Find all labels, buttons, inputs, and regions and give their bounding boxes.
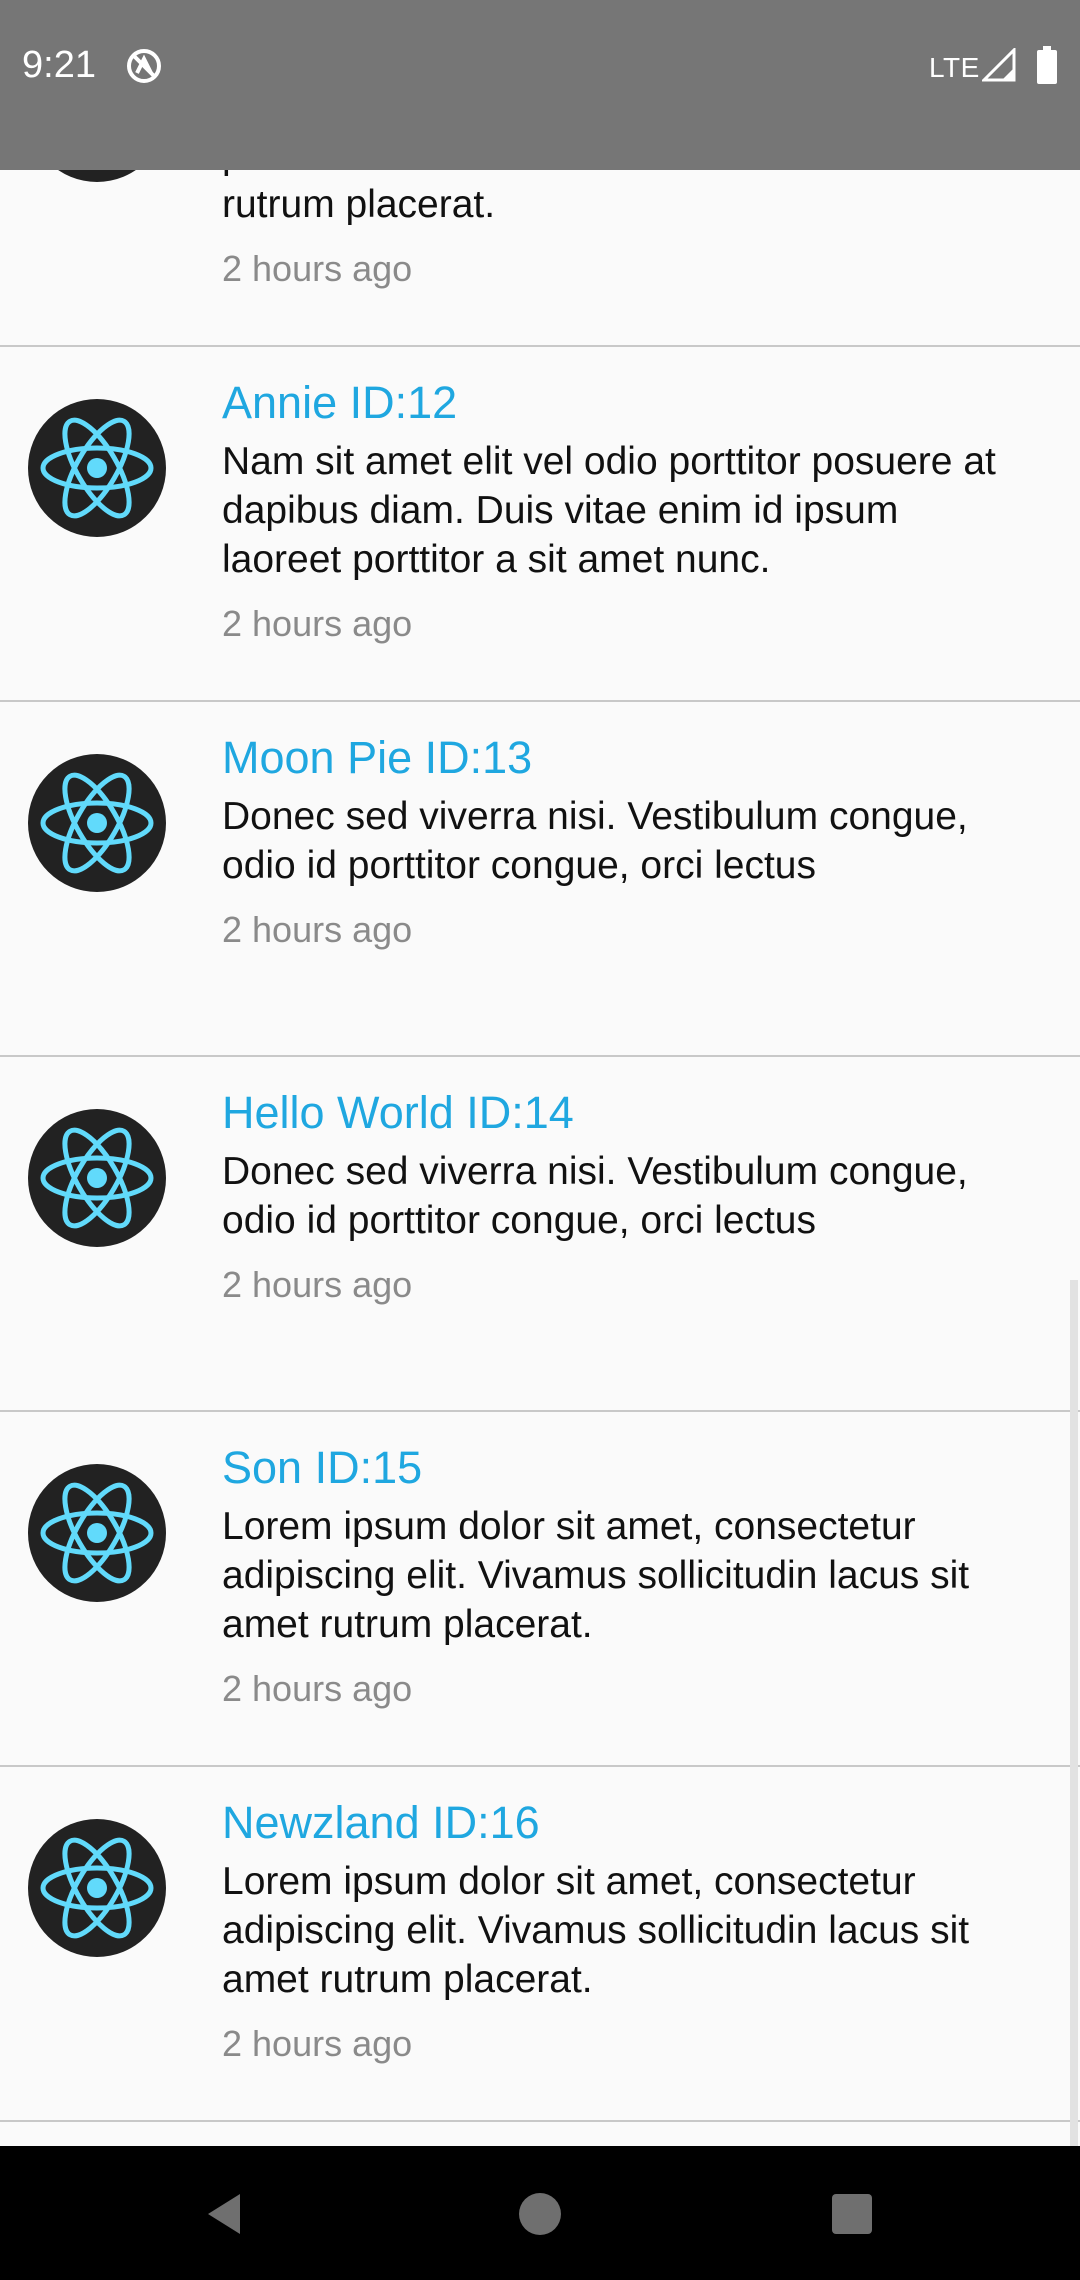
- react-atom-icon: [28, 1109, 166, 1247]
- item-body: Vivamus sollicitudin lacus sit amet rutr…: [222, 170, 960, 226]
- react-atom-icon: [28, 1464, 166, 1602]
- list-item[interactable]: Son ID:15 Lorem ipsum dolor sit amet, con…: [0, 1412, 1080, 1767]
- message-list-content: Mia ID:11Vivamus sollicitudin lacus sit …: [0, 170, 1080, 2122]
- item-title: Newzland ID:16: [222, 1797, 540, 1848]
- home-icon[interactable]: [508, 2182, 572, 2246]
- item-title: Hello World ID:14: [222, 1087, 574, 1138]
- item-timestamp: 2 hours ago: [222, 909, 413, 950]
- item-timestamp: 2 hours ago: [222, 603, 413, 644]
- item-text: Annie ID:12 Nam sit amet elit vel odio po…: [222, 375, 1002, 646]
- item-body: Donec sed viverra nisi. Vestibulum congu…: [222, 795, 968, 887]
- navigation-bar: [0, 2146, 1080, 2280]
- battery-icon: [1036, 46, 1058, 84]
- item-text: Newzland ID:16 Lorem ipsum dolor sit amet…: [222, 1795, 1002, 2066]
- list-item[interactable]: Moon Pie ID:13 Donec sed viverra nisi. Ve…: [0, 702, 1080, 1057]
- item-title: Moon Pie ID:13: [222, 732, 533, 783]
- message-list[interactable]: Mia ID:11Vivamus sollicitudin lacus sit …: [0, 170, 1080, 2146]
- item-title: Son ID:15: [222, 1442, 423, 1493]
- alert-icon: [124, 46, 164, 86]
- item-text: Son ID:15 Lorem ipsum dolor sit amet, con…: [222, 1440, 1002, 1711]
- back-icon[interactable]: [192, 2182, 256, 2246]
- list-item[interactable]: Newzland ID:16 Lorem ipsum dolor sit amet…: [0, 1767, 1080, 2122]
- item-title: Annie ID:12: [222, 377, 458, 428]
- signal-icon: [980, 46, 1016, 82]
- item-timestamp: 2 hours ago: [222, 1264, 413, 1305]
- react-atom-icon: [28, 399, 166, 537]
- recents-icon[interactable]: [820, 2182, 884, 2246]
- list-item[interactable]: Hello World ID:14 Donec sed viverra nisi.…: [0, 1057, 1080, 1412]
- item-text: Moon Pie ID:13 Donec sed viverra nisi. Ve…: [222, 730, 1002, 952]
- item-text: Mia ID:11Vivamus sollicitudin lacus sit …: [222, 170, 1002, 291]
- list-item[interactable]: Annie ID:12 Nam sit amet elit vel odio po…: [0, 347, 1080, 702]
- status-time: 9:21: [22, 44, 96, 86]
- item-timestamp: 2 hours ago: [222, 2023, 413, 2064]
- network-type: LTE: [929, 52, 980, 83]
- item-body: Nam sit amet elit vel odio porttitor pos…: [222, 440, 996, 581]
- status-bar: 9:21 LTE: [0, 0, 1080, 170]
- item-timestamp: 2 hours ago: [222, 1668, 413, 1709]
- item-body: Lorem ipsum dolor sit amet, consectetur …: [222, 1505, 970, 1646]
- react-atom-icon: [28, 170, 166, 182]
- item-timestamp: 2 hours ago: [222, 248, 413, 289]
- react-atom-icon: [28, 754, 166, 892]
- react-atom-icon: [28, 1819, 166, 1957]
- item-body: Donec sed viverra nisi. Vestibulum congu…: [222, 1150, 968, 1242]
- item-body: Lorem ipsum dolor sit amet, consectetur …: [222, 1860, 970, 2001]
- list-item[interactable]: Mia ID:11Vivamus sollicitudin lacus sit …: [0, 170, 1080, 347]
- item-text: Hello World ID:14 Donec sed viverra nisi.…: [222, 1085, 1002, 1307]
- scrollbar[interactable]: [1070, 1280, 1078, 2146]
